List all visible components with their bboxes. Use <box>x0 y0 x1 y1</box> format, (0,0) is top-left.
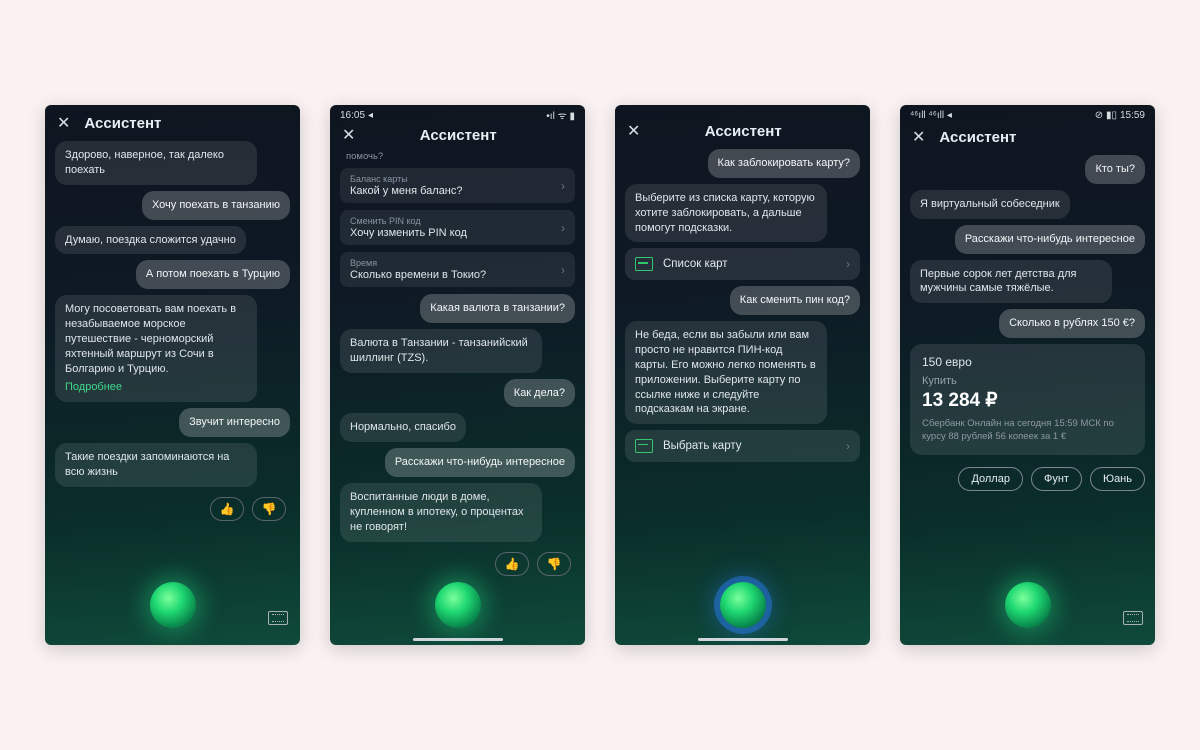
chevron-right-icon: › <box>561 179 565 193</box>
user-message[interactable]: А потом поехать в Турцию <box>136 260 290 289</box>
bot-message: Могу посоветовать вам поехать в незабыва… <box>55 295 257 402</box>
chevron-right-icon: › <box>846 257 850 271</box>
screen-title: Ассистент <box>343 127 573 144</box>
home-indicator <box>413 638 503 641</box>
keyboard-icon[interactable] <box>1123 611 1143 625</box>
cards-icon <box>635 257 653 271</box>
voice-orb[interactable] <box>435 582 481 628</box>
user-message[interactable]: Расскажи что-нибудь интересное <box>955 225 1145 254</box>
voice-orb-zone <box>900 565 1155 645</box>
user-message[interactable]: Звучит интересно <box>179 408 290 437</box>
close-icon[interactable]: ✕ <box>912 127 925 147</box>
voice-orb-zone <box>330 565 585 645</box>
bot-message: Выберите из списка карту, которую хотите… <box>625 184 827 243</box>
screen-title: Ассистент <box>628 123 858 140</box>
user-message[interactable]: Как заблокировать карту? <box>708 149 860 178</box>
home-indicator <box>698 638 788 641</box>
bot-message: Такие поездки запоминаются на всю жизнь <box>55 443 257 487</box>
screen-title: Ассистент <box>84 115 161 132</box>
conversion-card[interactable]: 150 евро Купить 13 284 ₽ Сбербанк Онлайн… <box>910 344 1145 455</box>
phone-screen-4: ⁴⁶ıll ⁴⁶ıll ◂ ⊘ ▮▯15:59 ✕ Ассистент Кто … <box>900 105 1155 645</box>
user-message[interactable]: Расскажи что-нибудь интересное <box>385 448 575 477</box>
select-card-action[interactable]: Выбрать карту › <box>625 430 860 462</box>
thumbs-up-button[interactable]: 👍 <box>210 497 244 521</box>
thumbs-down-button[interactable]: 👎 <box>252 497 286 521</box>
phone-screen-2: 16:05◂ •ıl ᯤ ▮ ✕ Ассистент помочь? Балан… <box>330 105 585 645</box>
shortcut-time[interactable]: ВремяСколько времени в Токио?› <box>340 252 575 287</box>
currency-chips: Доллар Фунт Юань <box>958 467 1145 491</box>
user-message[interactable]: Сколько в рублях 150 €? <box>999 309 1145 338</box>
bot-message: Воспитанные люди в доме, купленном в ипо… <box>340 483 542 542</box>
voice-orb[interactable] <box>720 582 766 628</box>
status-bar: 16:05◂ •ıl ᯤ ▮ <box>330 105 585 123</box>
keyboard-icon[interactable] <box>268 611 288 625</box>
header: ✕ Ассистент <box>900 123 1155 153</box>
voice-orb[interactable] <box>1005 582 1051 628</box>
chip-dollar[interactable]: Доллар <box>958 467 1023 491</box>
bot-message: Не беда, если вы забыли или вам просто н… <box>625 321 827 424</box>
phone-screen-1: ✕ Ассистент Здорово, наверное, так далек… <box>45 105 300 645</box>
details-link[interactable]: Подробнее <box>65 380 247 395</box>
user-message[interactable]: Кто ты? <box>1085 155 1145 184</box>
conversion-meta: Сбербанк Онлайн на сегодня 15:59 МСК по … <box>922 418 1133 444</box>
status-bar: ⁴⁶ıll ⁴⁶ıll ◂ ⊘ ▮▯15:59 <box>900 105 1155 123</box>
conversion-buy-label: Купить <box>922 375 1133 387</box>
feedback-row: 👍 👎 <box>210 497 286 521</box>
header: ✕ Ассистент <box>330 123 585 151</box>
cards-icon <box>635 439 653 453</box>
chevron-right-icon: › <box>846 439 850 453</box>
chevron-right-icon: › <box>561 263 565 277</box>
chevron-right-icon: › <box>561 221 565 235</box>
voice-orb-zone <box>45 565 300 645</box>
user-message[interactable]: Как дела? <box>504 379 575 408</box>
conversion-amount: 13 284 ₽ <box>922 389 1133 412</box>
close-icon[interactable]: ✕ <box>57 113 70 133</box>
header: ✕ Ассистент <box>615 105 870 147</box>
chip-yuan[interactable]: Юань <box>1090 467 1145 491</box>
user-message[interactable]: Как сменить пин код? <box>730 286 860 315</box>
shortcut-pin[interactable]: Сменить PIN кодХочу изменить PIN код› <box>340 210 575 245</box>
prompt-hint: помочь? <box>346 151 575 162</box>
bot-message: Нормально, спасибо <box>340 413 466 442</box>
bot-message: Я виртуальный собеседник <box>910 190 1070 219</box>
voice-orb-zone <box>615 565 870 645</box>
bot-message: Первые сорок лет детства для мужчины сам… <box>910 260 1112 304</box>
screen-title: Ассистент <box>939 129 1016 146</box>
user-message[interactable]: Хочу поехать в танзанию <box>142 191 290 220</box>
user-message[interactable]: Какая валюта в танзании? <box>420 294 575 323</box>
bot-message: Здорово, наверное, так далеко поехать <box>55 141 257 185</box>
conversion-heading: 150 евро <box>922 355 1133 369</box>
card-list-action[interactable]: Список карт › <box>625 248 860 280</box>
chip-pound[interactable]: Фунт <box>1031 467 1082 491</box>
bot-message: Валюта в Танзании - танзанийский шиллинг… <box>340 329 542 373</box>
bot-message: Думаю, поездка сложится удачно <box>55 226 246 255</box>
voice-orb[interactable] <box>150 582 196 628</box>
phone-screen-3: ✕ Ассистент Как заблокировать карту? Выб… <box>615 105 870 645</box>
header: ✕ Ассистент <box>45 105 300 139</box>
shortcut-balance[interactable]: Баланс картыКакой у меня баланс?› <box>340 168 575 203</box>
